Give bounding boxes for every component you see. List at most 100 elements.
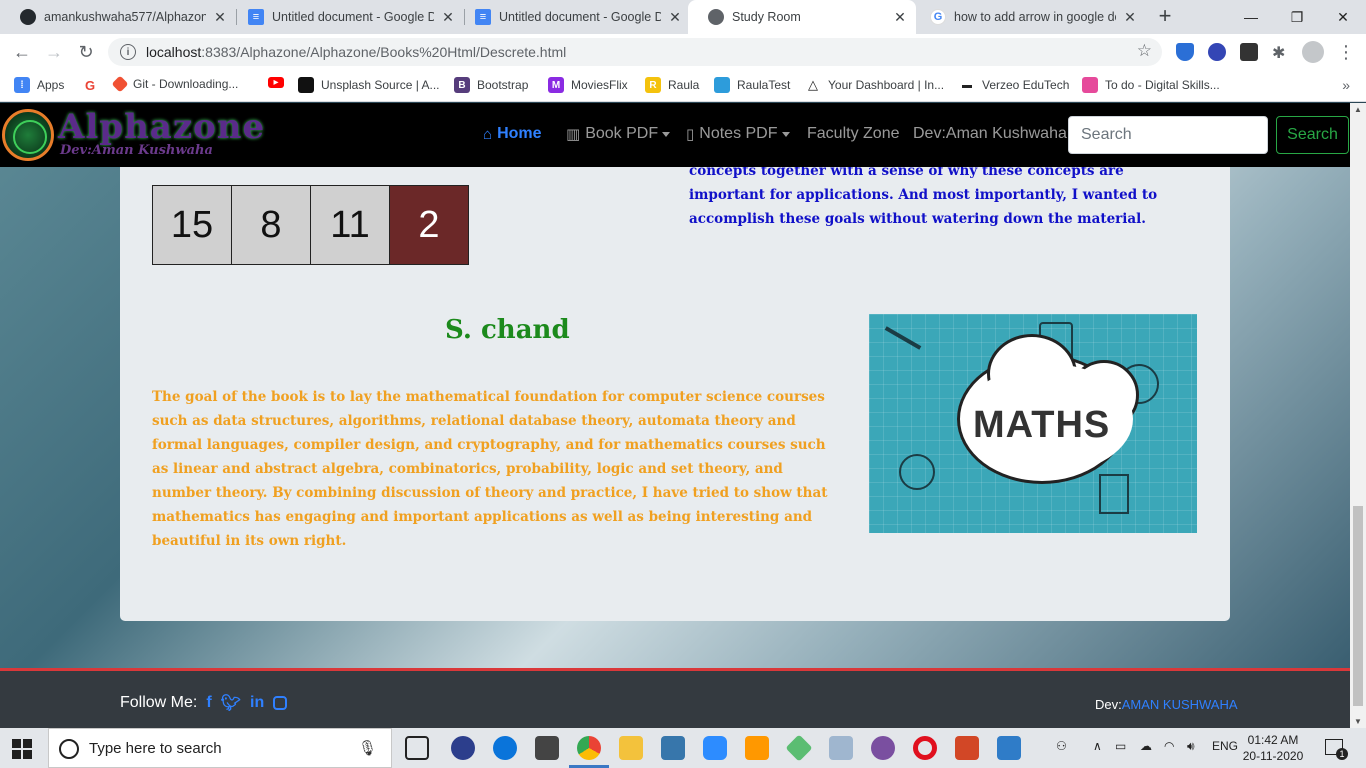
chrome-icon[interactable] [577, 736, 601, 760]
cloud-icon[interactable]: ☁ [1140, 739, 1152, 753]
scroll-down-icon[interactable]: ▼ [1350, 717, 1366, 726]
twitter-icon[interactable]: 🐦︎ [221, 693, 241, 713]
bookmark-label: Verzeo EduTech [982, 78, 1070, 92]
minimize-icon[interactable]: — [1228, 0, 1274, 34]
bookmark-dashboard[interactable]: △ Your Dashboard | In... [805, 77, 944, 93]
facebook-icon[interactable]: f [206, 694, 211, 712]
extension-icon[interactable] [1208, 43, 1226, 61]
page-scrollbar[interactable]: ▲ ▼ [1350, 103, 1366, 728]
bookmark-label: Raula [668, 78, 700, 92]
tab-google-search[interactable]: G how to add arrow in google do ✕ [910, 0, 1146, 34]
bookmark-google[interactable]: G [82, 77, 105, 93]
tab-github[interactable]: amankushwaha577/Alphazone ✕ [0, 0, 236, 34]
taskbar-clock[interactable]: 01:42 AM 20-11-2020 [1242, 732, 1304, 764]
github-icon [20, 9, 36, 25]
bookmark-verzeo[interactable]: ▬ Verzeo EduTech [959, 77, 1069, 93]
nav-home[interactable]: ⌂ Home [483, 125, 542, 143]
puzzle-extensions-icon[interactable]: ✱ [1272, 43, 1290, 62]
instagram-icon[interactable] [273, 696, 288, 710]
address-bar[interactable]: i localhost:8383/Alphazone/Alphazone/Boo… [108, 38, 1162, 66]
site-search-input[interactable]: Search [1068, 116, 1268, 154]
task-view-icon[interactable] [405, 736, 429, 760]
store-icon[interactable] [535, 736, 559, 760]
grid-cell: 11 [310, 185, 390, 265]
google-docs-icon: ≡ [248, 9, 264, 25]
google-icon: G [82, 77, 98, 93]
new-tab-icon[interactable]: + [1154, 3, 1176, 29]
bookmark-youtube[interactable]: ▸ [268, 77, 291, 88]
scroll-up-icon[interactable]: ▲ [1350, 105, 1366, 114]
kebab-menu-icon[interactable]: ⋮ [1334, 40, 1358, 64]
site-search-button[interactable]: Search [1276, 116, 1349, 154]
reload-icon[interactable]: ↻ [74, 40, 98, 64]
footer-dev-credit: Dev:AMAN KUSHWAHA [1095, 697, 1238, 712]
close-icon[interactable]: ✕ [1122, 9, 1138, 26]
people-icon[interactable]: ⚇ [1056, 739, 1067, 753]
wifi-icon[interactable]: ◠ [1164, 739, 1174, 753]
virtualbox-icon[interactable] [785, 734, 813, 762]
info-icon[interactable]: i [120, 44, 136, 60]
bookmark-apps[interactable]: ⁞ Apps [14, 77, 64, 93]
bookmark-raulatest[interactable]: RaulaTest [714, 77, 790, 93]
bookmark-moviesflix[interactable]: M MoviesFlix [548, 77, 628, 93]
bookmark-raula[interactable]: R Raula [645, 77, 699, 93]
close-icon[interactable]: ✕ [440, 9, 456, 26]
powerpoint-icon[interactable] [955, 736, 979, 760]
shield-extension-icon[interactable] [1176, 43, 1194, 61]
bookmark-star-icon[interactable]: ☆ [1137, 41, 1152, 61]
tab-google-docs-1[interactable]: ≡ Untitled document - Google D ✕ [228, 0, 464, 34]
zoom-icon[interactable] [703, 736, 727, 760]
close-icon[interactable]: ✕ [667, 9, 683, 26]
bookmark-bootstrap[interactable]: B Bootstrap [454, 77, 528, 93]
tab-study-room[interactable]: Study Room ✕ [688, 0, 916, 34]
microphone-icon[interactable]: 🎙︎ [358, 739, 377, 757]
close-icon[interactable]: ✕ [892, 9, 908, 26]
page-viewport: 15 8 11 2 concepts together with a sense… [0, 103, 1350, 728]
tab-title: Untitled document - Google D [499, 10, 661, 24]
nav-notes-pdf[interactable]: ▯ Notes PDF [686, 125, 790, 143]
bookmarks-bar: ⁞ Apps G Git - Downloading... ▸ Unsplash … [0, 70, 1366, 102]
notification-center-icon[interactable]: 1 [1325, 739, 1348, 760]
alphazone-logo-icon[interactable] [2, 109, 54, 161]
footer-dev-name[interactable]: AMAN KUSHWAHA [1122, 697, 1238, 712]
tab-title: how to add arrow in google do [954, 10, 1116, 24]
bookmark-git[interactable]: Git - Downloading... [111, 75, 239, 93]
chevron-double-right-icon[interactable]: » [1342, 77, 1350, 93]
opera-icon[interactable] [913, 736, 937, 760]
git-icon [111, 75, 129, 93]
maximize-icon[interactable]: ❐ [1274, 0, 1320, 34]
nav-faculty-zone[interactable]: Faculty Zone [807, 125, 899, 143]
edge-icon[interactable] [493, 736, 517, 760]
bookmark-todo[interactable]: To do - Digital Skills... [1082, 77, 1220, 93]
sublime-icon[interactable] [745, 736, 769, 760]
windows-start-icon[interactable] [12, 739, 32, 759]
back-arrow-icon[interactable]: ← [10, 40, 34, 64]
forward-arrow-icon[interactable]: → [42, 40, 66, 64]
taskbar-search[interactable]: Type here to search 🎙︎ [48, 728, 392, 768]
eclipse-icon[interactable] [451, 736, 475, 760]
scrollbar-thumb[interactable] [1353, 506, 1363, 706]
close-icon[interactable]: ✕ [212, 9, 228, 26]
nav-book-pdf[interactable]: ▥ Book PDF [566, 125, 671, 143]
python-icon[interactable] [661, 736, 685, 760]
computer-icon[interactable] [829, 736, 853, 760]
profile-avatar-icon[interactable] [1302, 41, 1324, 63]
bookmark-label: Git - Downloading... [133, 77, 239, 91]
home-icon: ⌂ [483, 125, 493, 143]
bookmark-unsplash[interactable]: Unsplash Source | A... [298, 77, 440, 93]
tab-google-docs-2[interactable]: ≡ Untitled document - Google D ✕ [455, 0, 691, 34]
cube-extension-icon[interactable] [1240, 43, 1258, 61]
nav-dev[interactable]: Dev:Aman Kushwaha [913, 125, 1067, 143]
language-indicator[interactable]: ENG [1212, 739, 1238, 753]
github-desktop-icon[interactable] [871, 736, 895, 760]
linkedin-icon[interactable]: in [250, 694, 264, 712]
photos-icon[interactable] [997, 736, 1021, 760]
file-explorer-icon[interactable] [619, 736, 643, 760]
site-brand[interactable]: Alphazone [58, 107, 265, 147]
tab-title: amankushwaha577/Alphazone [44, 10, 206, 24]
moviesflix-icon: M [548, 77, 564, 93]
battery-icon[interactable]: ▭ [1115, 739, 1126, 753]
volume-icon[interactable]: 🔊︎ [1187, 739, 1195, 754]
chevron-up-icon[interactable]: ∧ [1093, 739, 1102, 753]
window-close-icon[interactable]: ✕ [1320, 0, 1366, 34]
